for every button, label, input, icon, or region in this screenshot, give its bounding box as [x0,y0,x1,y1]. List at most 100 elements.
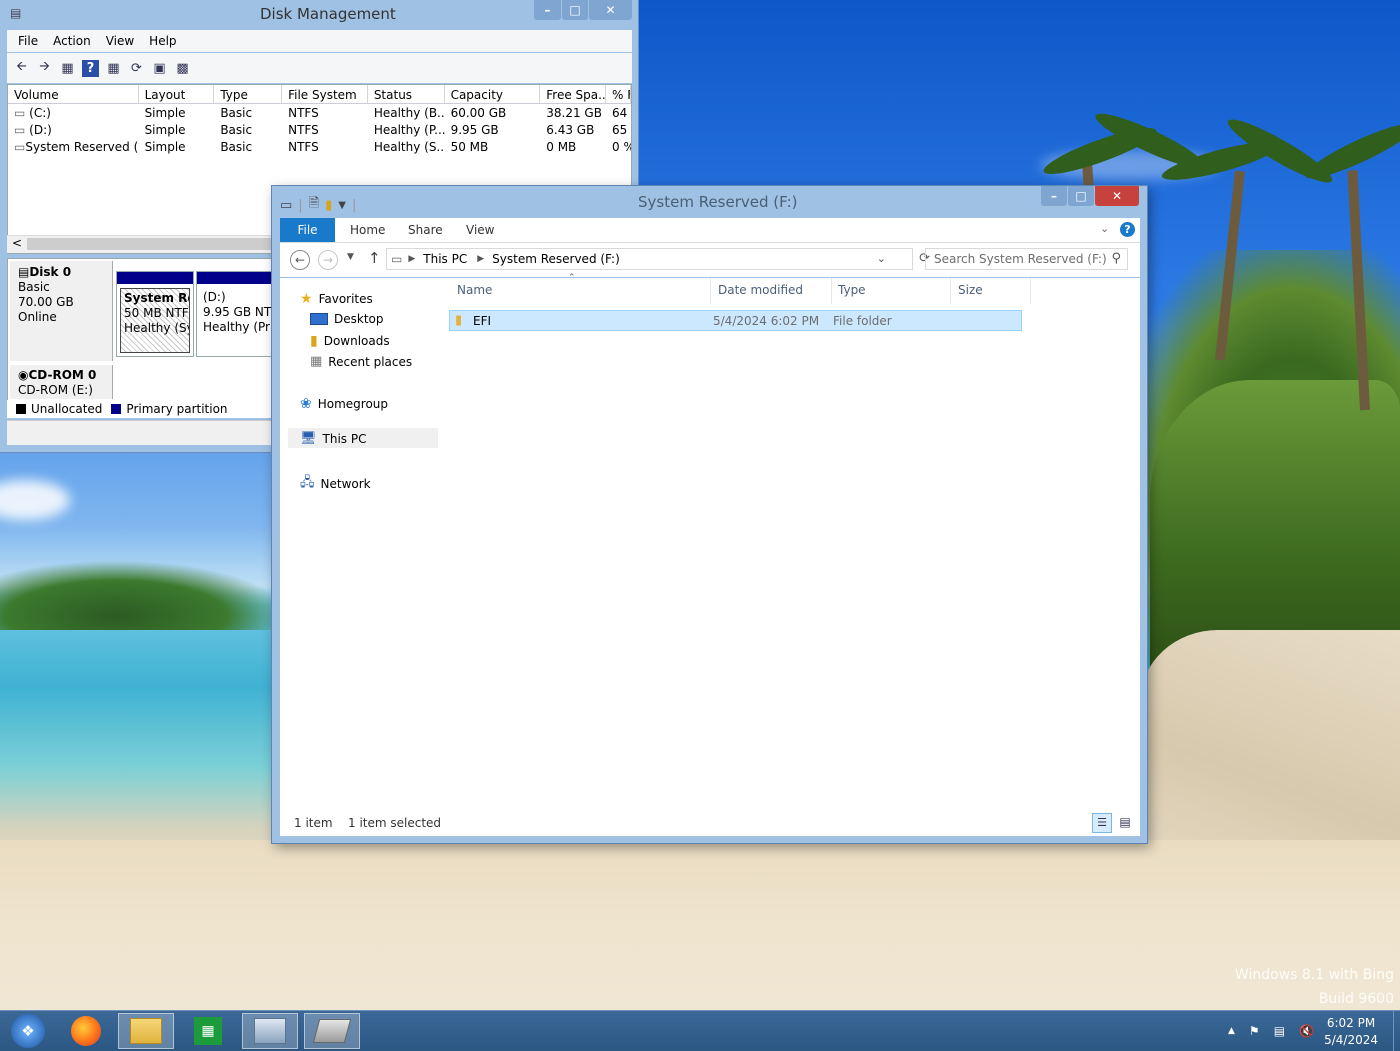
details-view-icon[interactable]: ☰ [1092,813,1112,833]
nav-network[interactable]: 🖧 Network [300,473,371,495]
menu-file[interactable]: File [18,34,38,48]
rescan-icon[interactable]: ▣ [151,60,168,77]
refresh-icon[interactable]: ⟳ [128,60,145,77]
settings-icon[interactable]: ▩ [174,60,191,77]
sort-ascending-icon: ⌃ [568,273,576,283]
menu-action[interactable]: Action [53,34,91,48]
volume-row[interactable]: ▭ (C:) Simple Basic NTFS Healthy (B... 6… [8,104,631,121]
address-dropdown-icon[interactable]: ⌄ [877,252,886,265]
free-cell: 0 MB [546,140,577,154]
forward-arrow-icon[interactable]: 🡪 [36,59,53,77]
disk0-label[interactable]: ▤Disk 0 Basic 70.00 GB Online [10,261,113,361]
back-button[interactable]: ← [290,250,310,270]
free-cell: 38.21 GB [546,106,602,120]
nav-recent-places[interactable]: ▦ Recent places [310,354,412,369]
start-button[interactable]: ❖ [0,1013,56,1049]
taskbar-firefox[interactable] [58,1013,114,1049]
menu-bar: File Action View Help [7,30,632,52]
cdrom-name: CD-ROM 0 [28,368,97,382]
column-layout[interactable]: Layout [139,85,215,103]
layout-cell: Simple [144,123,186,137]
clock[interactable]: 6:02 PM 5/4/2024 [1324,1015,1378,1049]
volume-row[interactable]: ▭ (D:) Simple Basic NTFS Healthy (P... 9… [8,121,631,138]
new-folder-icon[interactable]: ▮ [325,198,332,213]
app-icon[interactable]: ▤ [10,6,21,20]
scroll-thumb[interactable] [27,238,277,250]
help-icon[interactable]: ? [1120,222,1135,237]
status-cell: Healthy (P... [373,123,445,137]
menu-view[interactable]: View [106,34,134,48]
forward-button[interactable]: → [318,250,338,270]
column-percent-free[interactable]: % F [606,85,631,103]
help-icon[interactable]: ? [82,59,99,77]
nav-favorites[interactable]: ★ Favorites [300,291,373,307]
watermark-edition: Windows 8.1 with Bing [1234,967,1394,983]
column-type[interactable]: Type [214,85,283,103]
close-button[interactable]: ✕ [589,0,632,20]
recent-locations-chevron-icon[interactable]: ▼ [347,252,354,262]
volume-muted-icon[interactable]: 🔇 [1299,1024,1314,1038]
tab-home[interactable]: Home [350,218,385,242]
column-free-space[interactable]: Free Spa... [540,85,607,103]
column-size[interactable]: Size [958,283,983,297]
expand-ribbon-icon[interactable]: ⌄ [1100,222,1109,235]
menu-help[interactable]: Help [149,34,176,48]
minimize-button[interactable]: – [534,0,561,20]
column-volume[interactable]: Volume [8,85,139,103]
address-bar[interactable]: ▭ ▶ This PC ▶ System Reserved (F:) ⌄ ⟳ [386,248,930,270]
scroll-left-icon[interactable]: < [12,236,22,250]
tab-share[interactable]: Share [408,218,443,242]
up-arrow-icon[interactable]: ↑ [368,249,381,267]
show-hidden-icons-icon[interactable]: ▲ [1228,1026,1235,1036]
chevron-right-icon: ▶ [408,254,416,264]
status-cell: Healthy (S... [373,140,445,154]
minimize-button[interactable]: – [1041,186,1067,206]
taskbar-disk-management[interactable] [242,1013,298,1049]
legend-swatch-primary [111,404,122,414]
column-date-modified[interactable]: Date modified [718,283,803,297]
search-input[interactable]: Search System Reserved (F:) ⚲ [925,248,1128,270]
column-type[interactable]: Type [838,283,866,297]
search-icon[interactable]: ⚲ [1111,251,1121,266]
maximize-button[interactable]: □ [562,0,588,20]
taskbar: ❖ ▦ ▲ ⚑ ▤ 🔇 6:02 PM 5/4/2024 [0,1010,1400,1051]
action-center-flag-icon[interactable]: ⚑ [1249,1024,1260,1038]
nav-label: Homegroup [317,397,389,411]
show-hide-tree-icon[interactable]: ▦ [59,60,76,77]
taskbar-file-explorer[interactable] [118,1013,174,1049]
column-capacity[interactable]: Capacity [445,85,541,103]
properties-icon[interactable]: ▦ [105,60,122,77]
windows-logo-icon: ❖ [11,1014,45,1048]
tab-view[interactable]: View [466,218,494,242]
title-bar[interactable]: ▭ | 🗎 ▮ ▼ | System Reserved (F:) – □ ✕ [272,186,1147,218]
taskbar-server-manager[interactable] [304,1013,360,1049]
close-button[interactable]: ✕ [1095,186,1139,206]
tab-file[interactable]: File [280,218,335,242]
nav-desktop[interactable]: Desktop [310,312,384,326]
taskbar-store[interactable]: ▦ [180,1013,236,1049]
column-file-system[interactable]: File System [282,85,368,103]
nav-downloads[interactable]: ▮ Downloads [310,333,390,349]
nav-homegroup[interactable]: ❀ Homegroup [300,396,388,412]
back-arrow-icon[interactable]: 🡨 [13,59,30,77]
properties-icon[interactable]: 🗎 [309,194,319,216]
capacity-cell: 60.00 GB [450,106,507,120]
title-bar[interactable]: ▤ Disk Management – □ ✕ [0,0,638,30]
column-name[interactable]: Name [457,283,492,297]
drive-icon[interactable]: ▭ [280,198,292,213]
file-type: File folder [833,314,892,328]
partition-system-reserved[interactable]: System Res 50 MB NTFS Healthy (Sys [116,271,194,357]
maximize-button[interactable]: □ [1068,186,1094,206]
file-row-selected[interactable]: ▮ EFI 5/4/2024 6:02 PM File folder [449,310,1022,331]
breadcrumb-current[interactable]: System Reserved (F:) [492,252,620,266]
firefox-icon [71,1016,101,1046]
volume-row[interactable]: ▭System Reserved (... Simple Basic NTFS … [8,138,631,155]
large-icons-view-icon[interactable]: ▤ [1116,813,1134,831]
column-status[interactable]: Status [368,85,445,103]
breadcrumb-this-pc[interactable]: This PC [423,252,467,266]
cdrom0-label[interactable]: ◉CD-ROM 0 CD-ROM (E:) [10,365,113,399]
network-status-icon[interactable]: ▤ [1274,1024,1285,1038]
customize-dropdown-icon[interactable]: ▼ [338,200,346,211]
nav-this-pc[interactable]: 🖥 This PC [300,431,366,446]
show-desktop-button[interactable] [1393,1011,1400,1051]
